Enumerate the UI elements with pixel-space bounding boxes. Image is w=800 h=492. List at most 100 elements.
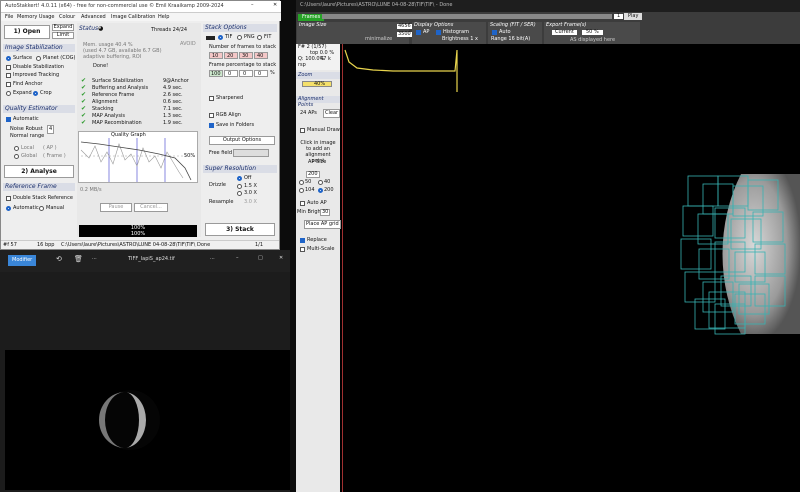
frame-number[interactable]: 1 bbox=[614, 14, 624, 19]
image-size-header: Image Size bbox=[299, 22, 327, 28]
play-button[interactable]: Play bbox=[624, 13, 643, 20]
minimize-icon[interactable]: – bbox=[251, 3, 254, 8]
crop-radio[interactable] bbox=[33, 91, 38, 96]
tif-radio[interactable] bbox=[218, 35, 223, 40]
save-folders-checkbox[interactable] bbox=[209, 123, 214, 128]
disable-stabilization-checkbox[interactable] bbox=[6, 65, 11, 70]
minimalize-label[interactable]: minimalize bbox=[365, 37, 392, 42]
fit-radio[interactable] bbox=[257, 35, 262, 40]
close-icon[interactable]: ✕ bbox=[273, 3, 277, 8]
open-button[interactable]: 1) Open bbox=[4, 25, 50, 39]
frames-slider[interactable] bbox=[322, 14, 612, 19]
free-field-input[interactable] bbox=[233, 149, 269, 157]
maximize-icon[interactable]: □ bbox=[258, 256, 263, 261]
frame-pct-field[interactable]: 0 bbox=[239, 70, 253, 77]
manual-ref-radio[interactable] bbox=[39, 206, 44, 211]
place-ap-grid-button[interactable]: Place AP grid bbox=[304, 220, 341, 229]
menu-file[interactable]: File bbox=[5, 15, 13, 20]
find-anchor-label: Find Anchor bbox=[13, 81, 43, 87]
min-bright-label: Min Bright bbox=[297, 209, 323, 215]
size-width[interactable]: 4656 bbox=[397, 24, 412, 29]
automatic-ref-radio[interactable] bbox=[6, 206, 11, 211]
menu-help[interactable]: Help bbox=[158, 15, 169, 20]
frame-image-area[interactable] bbox=[342, 44, 800, 492]
pause-button[interactable]: Pause bbox=[100, 203, 132, 212]
cancel-button[interactable]: Cancel... bbox=[134, 203, 168, 212]
ap-size-radio[interactable] bbox=[318, 180, 323, 185]
step-value: 0.6 sec. bbox=[163, 99, 183, 105]
num-frames-field[interactable]: 40 bbox=[254, 52, 268, 59]
clear-ap-button[interactable]: Clear bbox=[323, 109, 341, 118]
multi-scale-checkbox[interactable] bbox=[300, 247, 305, 252]
ap-size-radio[interactable] bbox=[299, 188, 304, 193]
drizzle-30-radio[interactable] bbox=[237, 191, 242, 196]
planet-radio[interactable] bbox=[36, 56, 41, 61]
status-path: C:\Users\laure\Pictures\ASTRO\LUNE 04-08… bbox=[61, 242, 196, 248]
global-radio[interactable] bbox=[14, 154, 19, 159]
expand-radio[interactable] bbox=[6, 91, 11, 96]
ap-checkbox[interactable] bbox=[416, 30, 421, 35]
stack-button[interactable]: 3) Stack bbox=[205, 223, 275, 236]
frame-pct-field[interactable]: 0 bbox=[224, 70, 238, 77]
step-label: Stacking bbox=[92, 106, 114, 112]
replace-checkbox[interactable] bbox=[300, 238, 305, 243]
limit-button[interactable]: Limit bbox=[52, 32, 74, 39]
more-options-icon[interactable]: ... bbox=[210, 256, 215, 261]
drizzle-15-radio[interactable] bbox=[237, 184, 242, 189]
frame-pct-field[interactable]: 0 bbox=[254, 70, 268, 77]
automatic-qe-checkbox[interactable] bbox=[6, 117, 11, 122]
export-current-button[interactable]: Current bbox=[552, 30, 577, 35]
frames-label: Frames bbox=[298, 14, 325, 21]
local-radio[interactable] bbox=[14, 146, 19, 151]
automatic-qe-label: Automatic bbox=[13, 116, 39, 122]
export-percent[interactable]: 50 % bbox=[582, 30, 603, 35]
menu-colour[interactable]: Colour bbox=[59, 15, 75, 20]
more-options-icon[interactable]: ... bbox=[92, 256, 97, 261]
rotate-icon[interactable]: ⟲ bbox=[56, 256, 62, 263]
ap-size-radio-selected[interactable] bbox=[318, 188, 323, 193]
step-value: 1.9 sec. bbox=[163, 120, 183, 126]
surface-radio[interactable] bbox=[6, 56, 11, 61]
ap-size-option: 104 bbox=[305, 187, 315, 193]
disable-stabilization-label: Disable Stabilization bbox=[13, 64, 64, 70]
local-ap-label: ( AP ) bbox=[43, 145, 57, 151]
png-radio[interactable] bbox=[237, 35, 242, 40]
num-frames-field[interactable]: 10 bbox=[209, 52, 223, 59]
expand-button[interactable]: Expand bbox=[52, 24, 74, 31]
sharpened-checkbox[interactable] bbox=[209, 96, 214, 101]
min-bright-value[interactable]: 30 bbox=[320, 209, 331, 216]
menu-calibration[interactable]: Image Calibration bbox=[111, 15, 155, 20]
resample-value[interactable]: 3.0 X bbox=[244, 200, 257, 205]
histogram-checkbox[interactable] bbox=[436, 30, 441, 35]
output-options-button[interactable]: Output Options bbox=[209, 136, 275, 145]
zoom-slider[interactable]: 40% bbox=[302, 81, 332, 87]
minimize-icon[interactable]: – bbox=[236, 256, 239, 261]
num-frames-field[interactable]: 30 bbox=[239, 52, 253, 59]
autostakkert-window: AutoStakkert! 4.0.11 (x64) - free for no… bbox=[0, 0, 281, 250]
auto-scaling-checkbox[interactable] bbox=[492, 30, 497, 35]
quality-estimator-header: Quality Estimator bbox=[3, 105, 75, 113]
menu-advanced[interactable]: Advanced bbox=[81, 15, 106, 20]
num-frames-field[interactable]: 20 bbox=[224, 52, 238, 59]
rgb-align-checkbox[interactable] bbox=[209, 113, 214, 118]
bit-depth: 16 bpp bbox=[37, 242, 55, 248]
ap-size-value[interactable]: 200 bbox=[306, 171, 320, 178]
double-stack-checkbox[interactable] bbox=[6, 196, 11, 201]
improved-tracking-checkbox[interactable] bbox=[6, 73, 11, 78]
display-options-panel: Display Options AP Histogram Brightness … bbox=[412, 22, 486, 44]
auto-ap-checkbox[interactable] bbox=[300, 201, 305, 206]
drizzle-off-radio[interactable] bbox=[237, 176, 242, 181]
brightness-label[interactable]: Brightness 1 x bbox=[442, 37, 478, 42]
modifier-button[interactable]: Modifier bbox=[8, 255, 37, 266]
drizzle-option: Off bbox=[244, 175, 252, 181]
close-icon[interactable]: ✕ bbox=[279, 256, 283, 261]
size-height[interactable]: 3500 bbox=[397, 32, 412, 37]
find-anchor-checkbox[interactable] bbox=[6, 82, 11, 87]
manual-draw-checkbox[interactable] bbox=[300, 128, 305, 133]
noise-robust-value[interactable]: 4 bbox=[47, 125, 55, 134]
analyse-button[interactable]: 2) Analyse bbox=[4, 165, 74, 178]
trash-icon[interactable]: 🗑 bbox=[74, 256, 83, 263]
ap-size-radio[interactable] bbox=[299, 180, 304, 185]
menu-memory[interactable]: Memory Usage bbox=[17, 15, 55, 20]
frame-pct-field[interactable]: 100 bbox=[209, 70, 223, 77]
